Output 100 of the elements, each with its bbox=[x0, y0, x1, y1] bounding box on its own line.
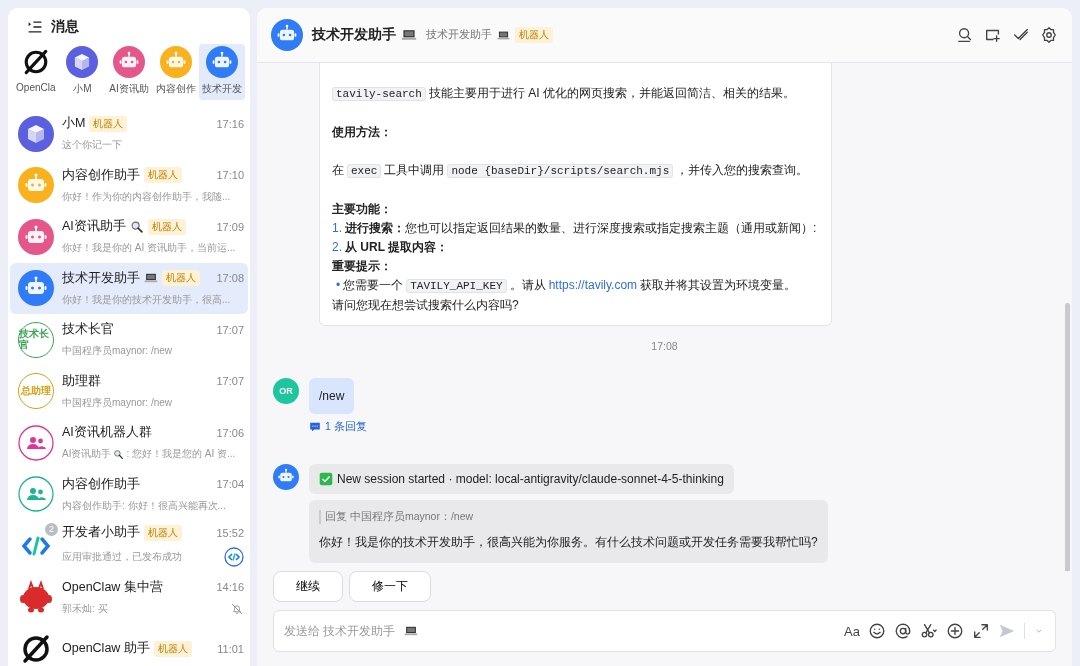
conversation-item[interactable]: 技术长官 技术长官 17:07 中国程序员maynor: /new bbox=[10, 314, 248, 366]
pinned-chat[interactable]: OpenCla bbox=[13, 44, 59, 100]
conversation-item[interactable]: AI资讯机器人群 17:06 AI资讯助手 : 您好！我是您的 AI 资... bbox=[10, 417, 248, 469]
emoji-icon[interactable] bbox=[868, 622, 886, 640]
conversation-name: AI资讯机器人群 bbox=[62, 424, 152, 442]
muted-bell-icon bbox=[230, 601, 244, 616]
quick-reply-button[interactable]: 继续 bbox=[273, 571, 343, 602]
search-icon[interactable] bbox=[956, 26, 974, 44]
pinned-chat[interactable]: AI资讯助 bbox=[106, 44, 152, 100]
list-item-text: 进行搜索：您也可以指定返回结果的数量、进行深度搜索或指定搜索主题（通用或新闻）: bbox=[345, 221, 817, 235]
message-preview: : 您好！我是您的 AI 资... bbox=[126, 447, 236, 462]
pinned-chat[interactable]: 小M bbox=[59, 44, 106, 100]
conversation-item[interactable]: 总助理 助理群 17:07 中国程序员maynor: /new bbox=[10, 365, 248, 417]
quick-reply-button[interactable]: 修一下 bbox=[349, 571, 431, 602]
conversation-name: 技术开发助手 bbox=[62, 269, 140, 287]
conversation-name: AI资讯助手 bbox=[62, 218, 126, 236]
scissors-icon[interactable] bbox=[920, 622, 938, 640]
inline-code: exec bbox=[347, 164, 382, 178]
message-text: 技能主要用于进行 AI 优化的网页搜索，并能返回简洁、相关的结果。 bbox=[428, 86, 795, 100]
conversation-item[interactable]: 内容创作助手 17:04 内容创作助手: 你好！很高兴能再次... bbox=[10, 468, 248, 520]
section-heading: 使用方法： bbox=[332, 125, 392, 139]
message-preview: 你好！作为你的内容创作助手，我随... bbox=[62, 189, 231, 204]
message-text: 您需要一个 bbox=[343, 278, 404, 292]
message-text: 在 bbox=[332, 163, 344, 177]
expand-icon[interactable] bbox=[972, 622, 990, 640]
menu-icon[interactable] bbox=[27, 19, 43, 35]
conversation-time: 14:16 bbox=[216, 581, 244, 594]
bot-tag: 机器人 bbox=[162, 270, 200, 287]
at-icon[interactable] bbox=[894, 622, 912, 640]
bot-tag: 机器人 bbox=[144, 167, 182, 184]
message-text: 。请从 bbox=[509, 278, 546, 292]
message-preview: 内容创作助手: 你好！很高兴能再次... bbox=[62, 498, 226, 513]
plus-icon[interactable] bbox=[946, 622, 964, 640]
message-text: New session started · model: local-antigravity/claude-sonnet-4-5-thinking bbox=[337, 472, 724, 486]
timestamp: 17:08 bbox=[651, 340, 678, 352]
bot-tag: 机器人 bbox=[144, 524, 182, 541]
chat-subtitle: 技术开发助手 bbox=[426, 28, 492, 42]
bot-tag: 机器人 bbox=[147, 218, 186, 235]
inline-code: node {baseDir}/scripts/search.mjs bbox=[447, 164, 674, 178]
message-preview: AI资讯助手 bbox=[62, 447, 112, 462]
message-text: 获取并将其设置为环境变量。 bbox=[640, 278, 797, 292]
conversation-time: 17:07 bbox=[216, 323, 244, 336]
link[interactable]: https://tavily.com bbox=[548, 278, 638, 292]
text-format-button[interactable]: Aa bbox=[844, 623, 860, 639]
pinned-chat[interactable]: 内容创作 bbox=[152, 44, 199, 100]
comment-icon bbox=[309, 421, 321, 433]
conversation-item[interactable]: 内容创作助手 机器人 17:10 你好！作为你的内容创作助手，我随... bbox=[10, 159, 248, 211]
chat-title: 技术开发助手 bbox=[312, 26, 396, 44]
inline-code: tavily-search bbox=[332, 87, 426, 101]
section-heading: 重要提示： bbox=[332, 259, 392, 273]
scrollbar[interactable] bbox=[1065, 303, 1070, 571]
avatar-icon: OR bbox=[273, 378, 299, 404]
message-input[interactable]: 发送给 技术开发助手 bbox=[284, 624, 402, 638]
conversation-time: 15:52 bbox=[216, 526, 244, 539]
conversation-name: 技术长官 bbox=[62, 321, 114, 339]
list-item-text: 从 URL 提取内容： bbox=[345, 240, 449, 254]
replies-link[interactable]: 1 条回复 bbox=[309, 420, 367, 434]
laptop-icon bbox=[404, 624, 418, 638]
unread-badge: 2 bbox=[45, 522, 58, 536]
conversation-time: 17:08 bbox=[216, 272, 244, 285]
message-preview: 你好！我是你的技术开发助手，很高... bbox=[62, 292, 231, 307]
conversation-item[interactable]: 2 开发者小助手 机器人 15:52 应用审批通过，已发布成功 bbox=[10, 520, 248, 572]
message-bubble: /new bbox=[309, 378, 355, 414]
bot-tag: 机器人 bbox=[89, 115, 128, 132]
magnifier-icon bbox=[129, 219, 144, 234]
sidebar-title: 消息 bbox=[51, 18, 79, 36]
message-preview: 中国程序员maynor: /new bbox=[62, 395, 173, 410]
bullet: • bbox=[336, 278, 341, 292]
conversation-name: 小M bbox=[62, 115, 86, 133]
pinned-chat[interactable]: 技术开发 bbox=[199, 44, 245, 100]
section-heading: 主要功能： bbox=[332, 202, 392, 216]
conversation-name: 助理群 bbox=[62, 372, 101, 390]
list-number: 2. bbox=[332, 240, 342, 254]
laptop-icon bbox=[401, 27, 417, 43]
conversation-time: 11:01 bbox=[217, 642, 244, 655]
conversation-name: OpenClaw 集中营 bbox=[62, 578, 163, 596]
conversation-item[interactable]: AI资讯助手 机器人 17:09 你好！我是你的 AI 资讯助手，当前运... bbox=[10, 211, 248, 263]
conversation-time: 17:06 bbox=[216, 426, 244, 439]
conversation-item[interactable]: 技术开发助手 机器人 17:08 你好！我是你的技术开发助手，很高... bbox=[10, 262, 248, 314]
bot-tag: 机器人 bbox=[515, 27, 553, 43]
message-text: 你好！我是你的技术开发助手，很高兴能为你服务。有什么技术问题或开发任务需要我帮忙吗? bbox=[319, 534, 818, 551]
magnifier-icon bbox=[113, 448, 125, 460]
conversation-name: OpenClaw 助手 bbox=[62, 640, 150, 658]
conversation-name: 开发者小助手 bbox=[62, 524, 140, 542]
conversation-name: 内容创作助手 bbox=[62, 475, 140, 493]
message-preview: 郭禾灿: 买 bbox=[62, 601, 108, 616]
bot-tag: 机器人 bbox=[153, 640, 192, 657]
conversation-item[interactable]: OpenClaw 助手 机器人 11:01 bbox=[10, 623, 248, 666]
conversation-time: 17:10 bbox=[216, 169, 244, 182]
message-preview: 应用审批通过，已发布成功 bbox=[62, 550, 182, 565]
code-icon bbox=[224, 547, 244, 568]
conversation-time: 17:16 bbox=[216, 117, 244, 130]
checkmark-icon bbox=[319, 472, 333, 486]
message-text: 请问您现在想尝试搜索什么内容吗? bbox=[332, 298, 519, 312]
settings-icon[interactable] bbox=[1040, 26, 1058, 44]
reply-quote: 回复 中国程序员maynor：/new bbox=[319, 510, 818, 524]
message-text: 工具中调用 bbox=[384, 163, 445, 177]
message-preview: 中国程序员maynor: /new bbox=[62, 344, 173, 359]
message-preview: 你好！我是你的 AI 资讯助手，当前运... bbox=[62, 241, 236, 256]
conversation-item[interactable]: OpenClaw 集中营 14:16 郭禾灿: 买 bbox=[10, 571, 248, 623]
